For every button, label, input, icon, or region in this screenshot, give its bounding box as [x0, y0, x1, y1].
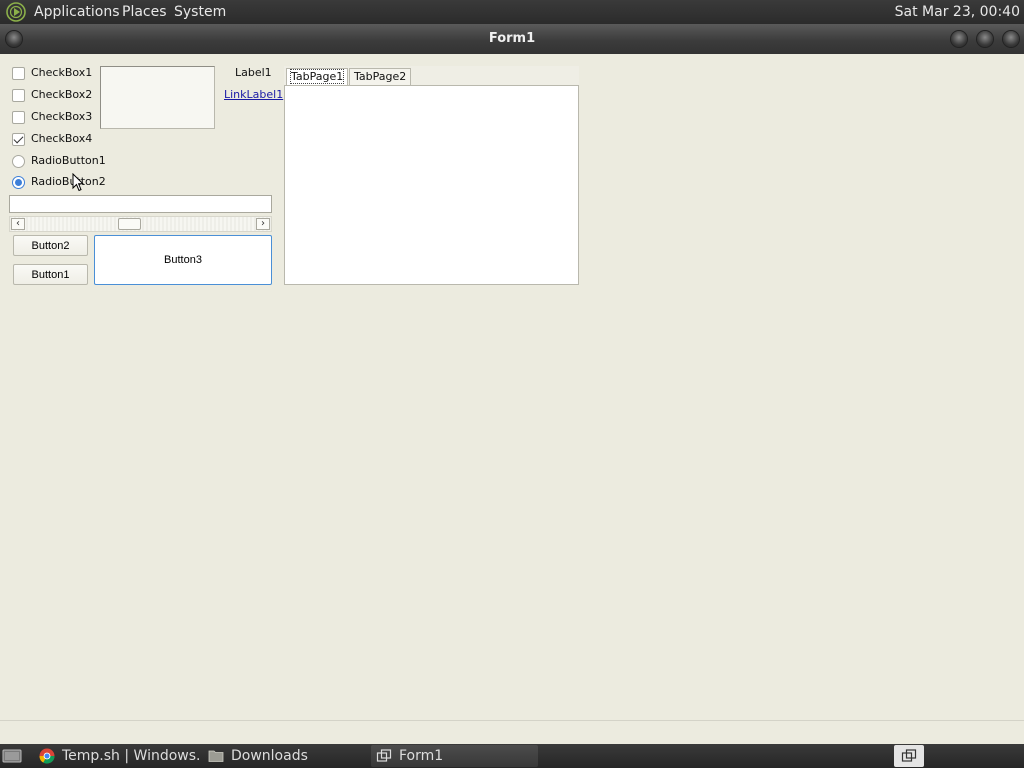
button2[interactable]: Button2: [13, 235, 88, 256]
menu-applications[interactable]: Applications: [34, 4, 120, 20]
menu-places[interactable]: Places: [122, 4, 167, 20]
checkbox2-box[interactable]: [12, 89, 25, 102]
window-icon: [376, 749, 392, 762]
checkbox3-box[interactable]: [12, 111, 25, 124]
close-button[interactable]: [1003, 31, 1019, 47]
window-titlebar[interactable]: Form1: [0, 24, 1024, 54]
checkbox4-label[interactable]: CheckBox4: [31, 132, 92, 145]
scroll-right-arrow-icon[interactable]: ›: [256, 218, 270, 230]
workspace-window-icon: [901, 749, 917, 762]
tab-strip: TabPage1 TabPage2: [284, 66, 579, 85]
linklabel1[interactable]: LinkLabel1: [224, 88, 283, 101]
taskbar-item-label: Downloads: [231, 748, 308, 764]
tab-tabpage2[interactable]: TabPage2: [349, 68, 412, 85]
menu-system[interactable]: System: [174, 4, 226, 20]
top-panel: Applications Places System Sat Mar 23, 0…: [0, 0, 1024, 24]
checkbox1-label[interactable]: CheckBox1: [31, 66, 92, 79]
hscrollbar1[interactable]: ‹ ›: [9, 216, 272, 232]
maximize-button[interactable]: [977, 31, 993, 47]
folder-icon: [208, 750, 224, 762]
listbox1[interactable]: [100, 66, 215, 129]
button3[interactable]: Button3: [94, 235, 272, 285]
form-bottom-strip: [0, 720, 1024, 744]
tab-tabpage2-label: TabPage2: [354, 70, 407, 83]
button1[interactable]: Button1: [13, 264, 88, 285]
clock[interactable]: Sat Mar 23, 00:40: [895, 4, 1020, 20]
form-client-area: CheckBox1 CheckBox2 CheckBox3 CheckBox4 …: [0, 54, 1024, 720]
taskbar-item-form1[interactable]: Form1: [371, 745, 538, 767]
taskbar-item-label: Temp.sh | Windows...: [62, 748, 199, 764]
checkbox4-box[interactable]: [12, 133, 25, 146]
radiobutton1-circle[interactable]: [12, 155, 25, 168]
tab-tabpage1-label: TabPage1: [289, 69, 345, 84]
checkbox2-label[interactable]: CheckBox2: [31, 88, 92, 101]
workspace-switcher[interactable]: [894, 745, 924, 767]
radiobutton1-label[interactable]: RadioButton1: [31, 154, 106, 167]
radiobutton2-circle[interactable]: [12, 176, 25, 189]
label1: Label1: [235, 66, 272, 79]
textbox1[interactable]: [9, 195, 272, 213]
system-logo-icon[interactable]: [5, 1, 27, 23]
taskbar: Temp.sh | Windows... Downloads Form1: [0, 744, 1024, 768]
window-title: Form1: [488, 31, 536, 46]
taskbar-item-label: Form1: [399, 748, 444, 764]
tabpage1-content: [284, 85, 579, 285]
scrollbar-thumb[interactable]: [118, 218, 141, 230]
checkbox3-label[interactable]: CheckBox3: [31, 110, 92, 123]
show-desktop-icon[interactable]: [2, 748, 22, 764]
scroll-left-arrow-icon[interactable]: ‹: [11, 218, 25, 230]
chrome-icon: [39, 748, 55, 764]
minimize-button[interactable]: [951, 31, 967, 47]
taskbar-item-downloads[interactable]: Downloads: [203, 745, 368, 767]
taskbar-item-temp-sh[interactable]: Temp.sh | Windows...: [34, 745, 199, 767]
checkbox1-box[interactable]: [12, 67, 25, 80]
radiobutton2-label[interactable]: RadioButton2: [31, 175, 106, 188]
tab-tabpage1[interactable]: TabPage1: [286, 68, 349, 85]
mouse-cursor-icon: [72, 173, 84, 192]
